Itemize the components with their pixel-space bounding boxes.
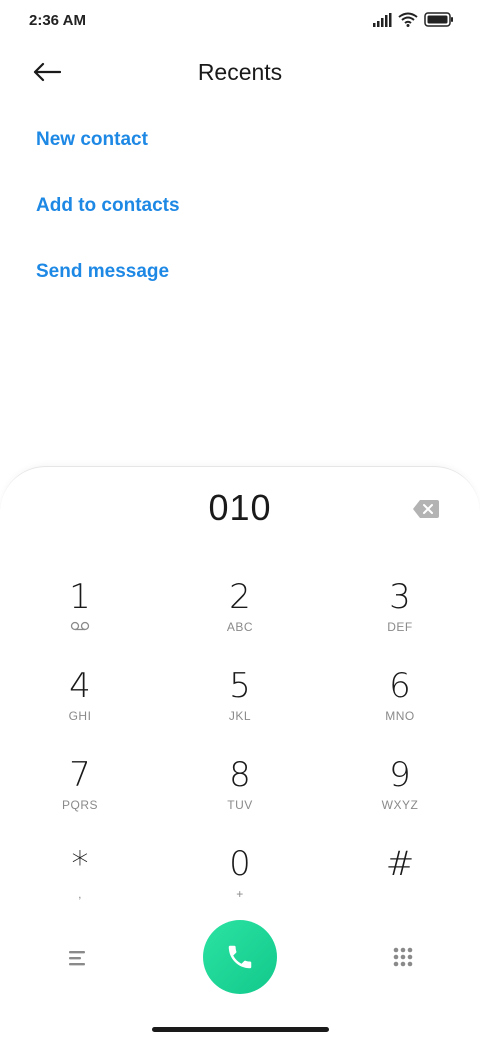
key-3[interactable]: 3 DEF (340, 577, 460, 657)
key-digit: 5 (229, 666, 251, 706)
dialpad-panel: 010 1 2 ABC 3 DEF 4 GHI 5 JKL 6 MNO 7 PQ… (0, 466, 480, 1040)
call-button[interactable] (203, 920, 277, 994)
key-hash[interactable]: # (340, 844, 460, 924)
battery-icon (424, 12, 453, 27)
key-letters: GHI (68, 709, 92, 723)
key-star[interactable]: * , (20, 844, 140, 924)
key-digit: 0 (229, 844, 251, 884)
key-digit: 7 (69, 755, 91, 795)
key-digit: # (385, 844, 415, 884)
page-title: Recents (197, 59, 283, 85)
key-digit: 6 (389, 666, 411, 706)
menu-button[interactable] (62, 943, 92, 973)
dialpad-toggle-button[interactable] (388, 943, 418, 973)
key-digit: * (71, 844, 89, 884)
key-digit: 2 (229, 577, 251, 617)
backspace-icon (413, 500, 439, 518)
key-letters: ABC (226, 620, 254, 634)
key-letters: TUV (227, 798, 253, 812)
key-7[interactable]: 7 PQRS (20, 755, 140, 835)
key-row: 1 2 ABC 3 DEF (0, 577, 480, 666)
keypad: 1 2 ABC 3 DEF 4 GHI 5 JKL 6 MNO 7 PQRS 8… (0, 577, 480, 933)
key-letters: + (236, 887, 244, 901)
home-indicator[interactable] (152, 1027, 329, 1032)
key-0[interactable]: 0 + (180, 844, 300, 924)
key-digit: 8 (229, 755, 251, 795)
key-6[interactable]: 6 MNO (340, 666, 460, 746)
header: Recents (0, 44, 480, 104)
key-digit: 3 (389, 577, 411, 617)
key-digit: 4 (69, 666, 91, 706)
key-letters: PQRS (61, 798, 98, 812)
action-list: New contact Add to contacts Send message (36, 118, 180, 316)
status-icons (372, 12, 454, 27)
menu-icon (69, 951, 85, 966)
key-letters: , (78, 887, 82, 901)
key-digit: 9 (389, 755, 411, 795)
dialed-number[interactable]: 010 (0, 487, 480, 529)
add-to-contacts-link[interactable]: Add to contacts (36, 184, 180, 250)
voicemail-icon (70, 621, 90, 631)
key-1[interactable]: 1 (20, 577, 140, 657)
signal-icon (373, 12, 392, 27)
key-letters: JKL (228, 709, 252, 723)
status-time: 2:36 AM (29, 12, 86, 29)
key-8[interactable]: 8 TUV (180, 755, 300, 835)
key-digit: 1 (69, 577, 91, 617)
key-9[interactable]: 9 WXYZ (340, 755, 460, 835)
key-letters: DEF (387, 620, 413, 634)
key-2[interactable]: 2 ABC (180, 577, 300, 657)
backspace-button[interactable] (412, 499, 442, 523)
status-bar: 2:36 AM (0, 0, 480, 44)
key-5[interactable]: 5 JKL (180, 666, 300, 746)
key-row: 4 GHI 5 JKL 6 MNO (0, 666, 480, 755)
key-row: 7 PQRS 8 TUV 9 WXYZ (0, 755, 480, 844)
dialer-bottom-bar (0, 917, 480, 997)
send-message-link[interactable]: Send message (36, 250, 180, 316)
wifi-icon (398, 12, 418, 27)
new-contact-link[interactable]: New contact (36, 118, 180, 184)
key-letters: WXYZ (381, 798, 419, 812)
key-letters (20, 619, 140, 635)
key-4[interactable]: 4 GHI (20, 666, 140, 746)
key-letters: MNO (385, 709, 415, 723)
dialpad-grid-icon (393, 947, 413, 967)
phone-icon (228, 945, 252, 969)
